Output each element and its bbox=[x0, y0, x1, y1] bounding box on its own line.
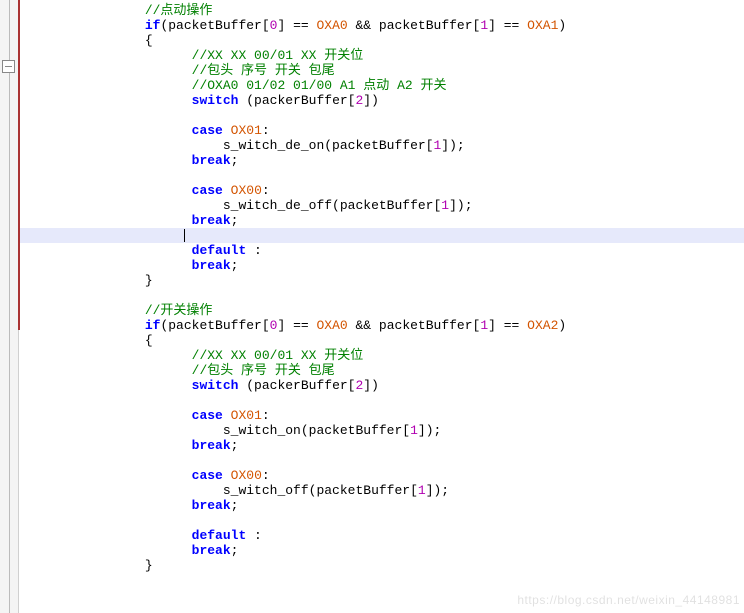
code-line bbox=[20, 513, 744, 528]
code-line: if(packetBuffer[0] == OXA0 && packetBuff… bbox=[20, 18, 744, 33]
code-line: //包头 序号 开关 包尾 bbox=[20, 63, 744, 78]
code-line: { bbox=[20, 333, 744, 348]
code-line: { bbox=[20, 33, 744, 48]
code-line: case OX01: bbox=[20, 408, 744, 423]
code-line: break; bbox=[20, 258, 744, 273]
code-line bbox=[20, 288, 744, 303]
code-area: //点动操作 if(packetBuffer[0] == OXA0 && pac… bbox=[20, 0, 744, 573]
code-line: //XX XX 00/01 XX 开关位 bbox=[20, 348, 744, 363]
caret bbox=[184, 229, 185, 242]
code-line: s_witch_off(packetBuffer[1]); bbox=[20, 483, 744, 498]
code-line: } bbox=[20, 273, 744, 288]
code-line: //XX XX 00/01 XX 开关位 bbox=[20, 48, 744, 63]
code-line: break; bbox=[20, 153, 744, 168]
editor-viewport: //点动操作 if(packetBuffer[0] == OXA0 && pac… bbox=[0, 0, 744, 613]
code-line bbox=[20, 453, 744, 468]
code-line: if(packetBuffer[0] == OXA0 && packetBuff… bbox=[20, 318, 744, 333]
code-line: switch (packerBuffer[2]) bbox=[20, 93, 744, 108]
code-line: break; bbox=[20, 213, 744, 228]
code-line: s_witch_de_off(packetBuffer[1]); bbox=[20, 198, 744, 213]
code-line: s_witch_de_on(packetBuffer[1]); bbox=[20, 138, 744, 153]
code-line: break; bbox=[20, 438, 744, 453]
code-line: switch (packerBuffer[2]) bbox=[20, 378, 744, 393]
code-line: case OX01: bbox=[20, 123, 744, 138]
fold-handle[interactable] bbox=[2, 60, 15, 73]
code-line-highlighted bbox=[20, 228, 744, 243]
code-line: //点动操作 bbox=[20, 3, 744, 18]
code-line: default : bbox=[20, 243, 744, 258]
code-line: //OXA0 01/02 01/00 A1 点动 A2 开关 bbox=[20, 78, 744, 93]
code-line: default : bbox=[20, 528, 744, 543]
code-line: s_witch_on(packetBuffer[1]); bbox=[20, 423, 744, 438]
code-line: case OX00: bbox=[20, 468, 744, 483]
code-line: break; bbox=[20, 543, 744, 558]
code-line bbox=[20, 108, 744, 123]
code-line: //开关操作 bbox=[20, 303, 744, 318]
code-line: case OX00: bbox=[20, 183, 744, 198]
code-line: } bbox=[20, 558, 744, 573]
code-line: break; bbox=[20, 498, 744, 513]
code-line bbox=[20, 168, 744, 183]
code-line: //包头 序号 开关 包尾 bbox=[20, 363, 744, 378]
code-line bbox=[20, 393, 744, 408]
watermark: https://blog.csdn.net/weixin_44148981 bbox=[517, 593, 740, 607]
fold-gutter bbox=[0, 0, 19, 613]
